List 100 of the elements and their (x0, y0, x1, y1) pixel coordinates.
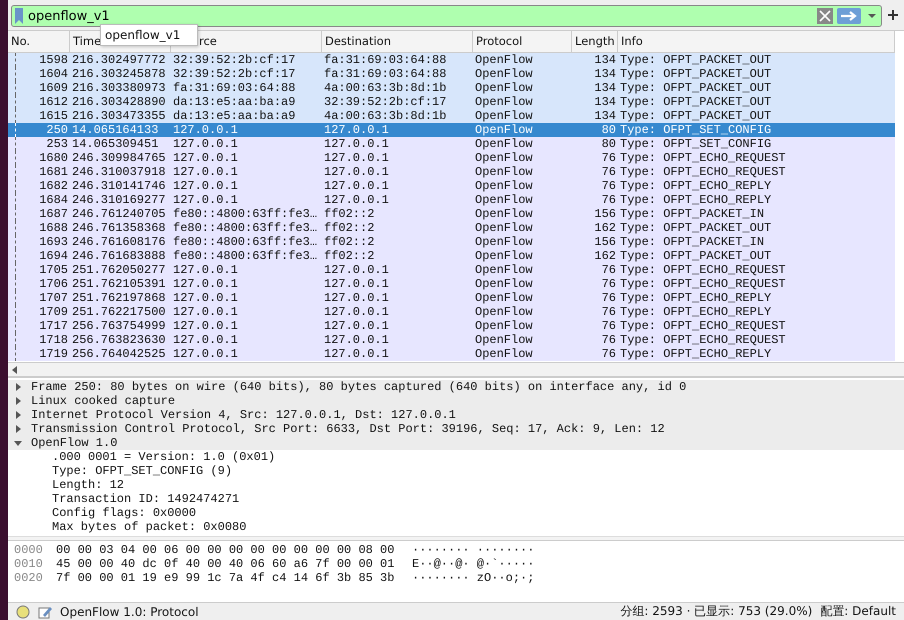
table-cell-text: 256.764042525 (71, 347, 167, 361)
table-cell-text: Type: OFPT_SET_CONFIG (619, 123, 772, 137)
table-cell-text: 127.0.0.1 (172, 291, 239, 305)
table-cell-text: 256.763823630 (71, 333, 167, 347)
detail-item[interactable]: OpenFlow 1.0 (31, 436, 118, 450)
ascii-bytes: E··@··@· @·`····· (412, 557, 534, 571)
table-cell-text: 127.0.0.1 (172, 193, 239, 207)
detail-field[interactable]: Transaction ID: 1492474271 (52, 492, 240, 506)
collapsed-arrow-icon[interactable] (14, 397, 22, 405)
table-cell-text: 80 (600, 123, 617, 137)
packet-row[interactable]: 250 14.065164133 127.0.0.1 127.0.0.1 OpenFlow 80 Type: OFPT_SET_CONFIG (8, 123, 895, 137)
packet-row[interactable]: 1717 256.763754999 127.0.0.1 127.0.0.1 OpenFlow 76 Type: OFPT_ECHO_REQUEST (8, 319, 895, 333)
clear-icon[interactable] (817, 7, 833, 25)
column-header[interactable]: Time (73, 34, 102, 48)
table-cell-text: 14.065164133 (71, 123, 160, 137)
table-cell-text: OpenFlow (474, 53, 534, 67)
packet-row[interactable]: 1693 246.761608176 fe80::4800:63ff:fe3… ff02::2 OpenFlow 156 Type: OFPT_PACKET_IN (8, 235, 895, 249)
table-cell-text: Type: OFPT_PACKET_OUT (619, 249, 772, 263)
packet-row[interactable]: 1705 251.762050277 127.0.0.1 127.0.0.1 OpenFlow 76 Type: OFPT_ECHO_REQUEST (8, 263, 895, 277)
edit-comment-icon[interactable] (38, 604, 52, 618)
packet-row[interactable]: 1615 216.303473355 da:13:e5:aa:ba:a9 4a:00:63:3b:8d:1b OpenFlow 134 Type: OFPT_PACKET_OUT (8, 109, 895, 123)
packet-row[interactable]: 1718 256.763823630 127.0.0.1 127.0.0.1 OpenFlow 76 Type: OFPT_ECHO_REQUEST (8, 333, 895, 347)
detail-field[interactable]: Config flags: 0x0000 (52, 506, 196, 520)
packet-row[interactable]: 1598 216.302497772 32:39:52:2b:cf:17 fa:31:69:03:64:88 OpenFlow 134 Type: OFPT_PACKET_OUT (8, 53, 895, 67)
table-cell-text: 76 (600, 291, 617, 305)
detail-field[interactable]: Type: OFPT_SET_CONFIG (9) (52, 464, 232, 478)
table-cell-text: 127.0.0.1 (172, 137, 239, 151)
profile-text[interactable]: 配置: Default (820, 603, 896, 620)
table-cell-text: Type: OFPT_PACKET_IN (619, 207, 766, 221)
display-filter-field[interactable]: openflow_v1 (11, 5, 882, 27)
apply-arrow-icon[interactable] (837, 7, 861, 25)
column-header[interactable]: Destination (325, 34, 391, 48)
column-header[interactable]: Info (621, 34, 643, 48)
table-cell-text: OpenFlow (474, 123, 534, 137)
table-cell-text: 76 (600, 305, 617, 319)
detail-field[interactable]: Max bytes of packet: 0x0080 (52, 520, 246, 534)
packet-row[interactable]: 1612 216.303428890 da:13:e5:aa:ba:a9 32:39:52:2b:cf:17 OpenFlow 134 Type: OFPT_PACKET_OUT (8, 95, 895, 109)
table-cell-text: 246.761358368 (71, 221, 167, 235)
table-cell-text: 127.0.0.1 (172, 263, 239, 277)
table-cell-text: 134 (593, 109, 617, 123)
packet-row[interactable]: 1694 246.761683888 fe80::4800:63ff:fe3… ff02::2 OpenFlow 162 Type: OFPT_PACKET_OUT (8, 249, 895, 263)
packet-row[interactable]: 1609 216.303380973 fa:31:69:03:64:88 4a:00:63:3b:8d:1b OpenFlow 134 Type: OFPT_PACKET_OUT (8, 81, 895, 95)
collapsed-arrow-icon[interactable] (14, 425, 22, 433)
table-cell-text: 127.0.0.1 (323, 263, 390, 277)
table-cell-text: Type: OFPT_ECHO_REPLY (619, 193, 772, 207)
table-cell-text: 246.310037918 (71, 165, 167, 179)
table-cell-text: Type: OFPT_ECHO_REQUEST (619, 277, 787, 291)
packet-row[interactable]: 1604 216.303245878 32:39:52:2b:cf:17 fa:31:69:03:64:88 OpenFlow 134 Type: OFPT_PACKET_OUT (8, 67, 895, 81)
table-cell-text: OpenFlow (474, 193, 534, 207)
table-cell-text: 127.0.0.1 (323, 277, 390, 291)
detail-item[interactable]: Linux cooked capture (31, 394, 176, 408)
autocomplete-menu[interactable]: openflow_v1 (100, 24, 198, 46)
packet-row[interactable]: 1688 246.761358368 fe80::4800:63ff:fe3… ff02::2 OpenFlow 162 Type: OFPT_PACKET_OUT (8, 221, 895, 235)
column-header[interactable]: No. (11, 34, 30, 48)
column-header[interactable]: Length (575, 34, 615, 48)
packet-row[interactable]: 1687 246.761240705 fe80::4800:63ff:fe3… ff02::2 OpenFlow 156 Type: OFPT_PACKET_IN (8, 207, 895, 221)
table-cell-text: 1684 (38, 193, 69, 207)
hex-offset: 0010 (14, 557, 44, 571)
table-cell-text: 216.303380973 (71, 81, 167, 95)
packet-row[interactable]: 1681 246.310037918 127.0.0.1 127.0.0.1 OpenFlow 76 Type: OFPT_ECHO_REQUEST (8, 165, 895, 179)
table-cell-text: 246.761608176 (71, 235, 167, 249)
table-cell-text: OpenFlow (474, 95, 534, 109)
packet-row[interactable]: 1707 251.762197868 127.0.0.1 127.0.0.1 OpenFlow 76 Type: OFPT_ECHO_REPLY (8, 291, 895, 305)
packet-row[interactable]: 1719 256.764042525 127.0.0.1 127.0.0.1 OpenFlow 76 Type: OFPT_ECHO_REPLY (8, 347, 895, 361)
packet-row[interactable]: 1684 246.310169277 127.0.0.1 127.0.0.1 OpenFlow 76 Type: OFPT_ECHO_REPLY (8, 193, 895, 207)
table-cell-text: 127.0.0.1 (323, 333, 390, 347)
table-cell-text: OpenFlow (474, 151, 534, 165)
table-cell-text: 76 (600, 151, 617, 165)
table-cell-text: 4a:00:63:3b:8d:1b (323, 109, 448, 123)
plus-icon (888, 10, 898, 20)
packet-row[interactable]: 1682 246.310141746 127.0.0.1 127.0.0.1 OpenFlow 76 Type: OFPT_ECHO_REPLY (8, 179, 895, 193)
collapsed-arrow-icon[interactable] (14, 411, 22, 419)
bookmark-icon[interactable] (14, 8, 24, 24)
status-circle-icon[interactable] (16, 604, 30, 618)
table-cell-text: 1694 (38, 249, 69, 263)
expanded-arrow-icon[interactable] (14, 439, 22, 447)
table-cell-text: 127.0.0.1 (172, 123, 239, 137)
hex-bytes: 7f 00 00 01 19 e9 99 1c 7a 4f c4 14 6f 3b 85 3b (56, 571, 396, 585)
table-cell-text: 1682 (38, 179, 69, 193)
table-cell-text: OpenFlow (474, 263, 534, 277)
table-cell-text: 127.0.0.1 (172, 277, 239, 291)
table-cell-text: 134 (593, 81, 617, 95)
table-cell-text: fe80::4800:63ff:fe3… (172, 221, 318, 235)
detail-field[interactable]: .000 0001 = Version: 1.0 (0x01) (52, 450, 276, 464)
table-cell-text: 32:39:52:2b:cf:17 (172, 67, 296, 81)
table-cell-text: 1680 (38, 151, 69, 165)
table-cell-text: Type: OFPT_SET_CONFIG (619, 137, 772, 151)
collapsed-arrow-icon[interactable] (14, 383, 22, 391)
hex-offset: 0000 (14, 543, 44, 557)
packet-row[interactable]: 1709 251.762217500 127.0.0.1 127.0.0.1 OpenFlow 76 Type: OFPT_ECHO_REPLY (8, 305, 895, 319)
column-header[interactable]: Protocol (476, 34, 522, 48)
detail-field[interactable]: Length: 12 (52, 478, 124, 492)
table-cell-text: 76 (600, 333, 617, 347)
packet-row[interactable]: 1706 251.762105391 127.0.0.1 127.0.0.1 OpenFlow 76 Type: OFPT_ECHO_REQUEST (8, 277, 895, 291)
table-cell-text: fa:31:69:03:64:88 (172, 81, 296, 95)
table-cell-text: 256.763754999 (71, 319, 167, 333)
column-header[interactable]: rce (199, 34, 217, 48)
packet-row[interactable]: 1680 246.309984765 127.0.0.1 127.0.0.1 OpenFlow 76 Type: OFPT_ECHO_REQUEST (8, 151, 895, 165)
horizontal-scrollbar[interactable] (8, 362, 904, 376)
packet-row[interactable]: 253 14.065309451 127.0.0.1 127.0.0.1 OpenFlow 80 Type: OFPT_SET_CONFIG (8, 137, 895, 151)
